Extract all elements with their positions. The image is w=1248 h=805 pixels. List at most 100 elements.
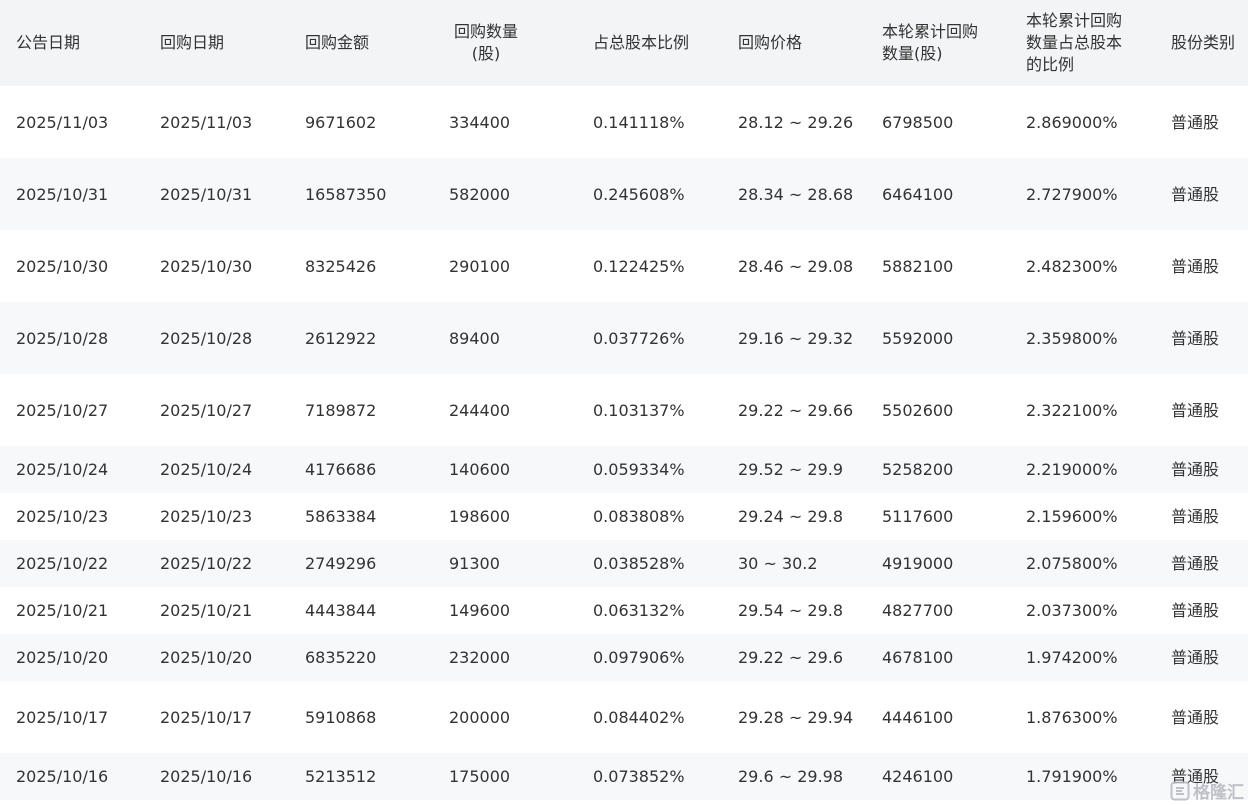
cell-buyback-date: 2025/10/16 xyxy=(160,767,253,786)
cell-announce-date: 2025/10/21 xyxy=(16,601,109,620)
table-row: 2025/10/24 2025/10/24 4176686 140600 0.05933… xyxy=(0,446,1248,493)
header-buyback-date[interactable]: 回购日期 xyxy=(144,0,289,86)
cell-cumulative-quantity: 4446100 xyxy=(882,707,954,727)
table-row: 2025/10/30 2025/10/30 8325426 290100 0.12242… xyxy=(0,230,1248,302)
cell-share-ratio: 0.103137% xyxy=(593,400,685,420)
cell-buyback-price: 29.22 ~ 29.6 xyxy=(738,648,844,667)
cell-cumulative-ratio: 2.219000% xyxy=(1026,460,1118,479)
cell-share-ratio: 0.141118% xyxy=(593,112,685,132)
cell-announce-date: 2025/10/27 xyxy=(16,400,109,420)
cell-cumulative-ratio: 2.037300% xyxy=(1026,601,1118,620)
cell-share-type: 普通股 xyxy=(1171,601,1220,620)
cell-share-ratio: 0.083808% xyxy=(593,507,685,526)
cell-buyback-amount: 4443844 xyxy=(305,601,377,620)
cell-share-type: 普通股 xyxy=(1171,112,1220,132)
cell-share-type: 普通股 xyxy=(1171,460,1220,479)
cell-buyback-price: 28.46 ~ 29.08 xyxy=(738,256,854,276)
cell-cumulative-quantity: 4246100 xyxy=(882,767,954,786)
cell-cumulative-quantity: 6798500 xyxy=(882,112,954,132)
cell-share-ratio: 0.059334% xyxy=(593,460,685,479)
cell-buyback-price: 29.52 ~ 29.9 xyxy=(738,460,844,479)
table-row: 2025/10/20 2025/10/20 6835220 232000 0.09790… xyxy=(0,634,1248,681)
table-row: 2025/11/03 2025/11/03 9671602 334400 0.14111… xyxy=(0,86,1248,158)
table-row: 2025/10/17 2025/10/17 5910868 200000 0.08440… xyxy=(0,681,1248,753)
cell-announce-date: 2025/10/30 xyxy=(16,256,109,276)
cell-buyback-amount: 2749296 xyxy=(305,554,377,573)
cell-buyback-price: 29.24 ~ 29.8 xyxy=(738,507,844,526)
cell-cumulative-ratio: 2.322100% xyxy=(1026,400,1118,420)
cell-buyback-date: 2025/11/03 xyxy=(160,112,253,132)
header-buyback-quantity[interactable]: 回购数量 (股) xyxy=(433,0,577,86)
cell-buyback-quantity: 89400 xyxy=(449,328,500,348)
header-row: 公告日期 回购日期 回购金额 回购数量 (股) 占总股本比例 回购价格 本轮累计回… xyxy=(0,0,1248,86)
cell-cumulative-quantity: 5592000 xyxy=(882,328,954,348)
cell-cumulative-quantity: 5258200 xyxy=(882,460,954,479)
cell-announce-date: 2025/10/20 xyxy=(16,648,109,667)
cell-buyback-quantity: 582000 xyxy=(449,184,511,204)
table-row: 2025/10/22 2025/10/22 2749296 91300 0.038528… xyxy=(0,540,1248,587)
table-row: 2025/10/21 2025/10/21 4443844 149600 0.06313… xyxy=(0,587,1248,634)
cell-buyback-quantity: 200000 xyxy=(449,707,511,727)
cell-announce-date: 2025/10/24 xyxy=(16,460,109,479)
cell-buyback-price: 28.34 ~ 28.68 xyxy=(738,184,854,204)
cell-buyback-amount: 8325426 xyxy=(305,256,377,276)
cell-buyback-price: 29.6 ~ 29.98 xyxy=(738,767,844,786)
cell-buyback-price: 30 ~ 30.2 xyxy=(738,554,818,573)
cell-buyback-quantity: 140600 xyxy=(449,460,511,479)
header-buyback-price[interactable]: 回购价格 xyxy=(722,0,866,86)
header-buyback-amount[interactable]: 回购金额 xyxy=(289,0,433,86)
cell-share-type: 普通股 xyxy=(1171,767,1220,786)
cell-buyback-amount: 2612922 xyxy=(305,328,377,348)
cell-cumulative-ratio: 1.974200% xyxy=(1026,648,1118,667)
header-share-type[interactable]: 股份类别 xyxy=(1155,0,1248,86)
cell-share-type: 普通股 xyxy=(1171,707,1220,727)
cell-cumulative-quantity: 4827700 xyxy=(882,601,954,620)
cell-buyback-amount: 16587350 xyxy=(305,184,387,204)
cell-buyback-amount: 6835220 xyxy=(305,648,377,667)
header-share-ratio[interactable]: 占总股本比例 xyxy=(577,0,722,86)
cell-share-type: 普通股 xyxy=(1171,256,1220,276)
table-row: 2025/10/23 2025/10/23 5863384 198600 0.08380… xyxy=(0,493,1248,540)
cell-share-ratio: 0.245608% xyxy=(593,184,685,204)
cell-cumulative-quantity: 5882100 xyxy=(882,256,954,276)
cell-buyback-amount: 5910868 xyxy=(305,707,377,727)
cell-cumulative-quantity: 4919000 xyxy=(882,554,954,573)
cell-share-type: 普通股 xyxy=(1171,400,1220,420)
cell-cumulative-quantity: 5117600 xyxy=(882,507,954,526)
header-cumulative-quantity[interactable]: 本轮累计回购 数量(股) xyxy=(866,0,1010,86)
cell-buyback-quantity: 149600 xyxy=(449,601,511,620)
cell-buyback-date: 2025/10/23 xyxy=(160,507,253,526)
cell-buyback-amount: 5863384 xyxy=(305,507,377,526)
cell-cumulative-quantity: 4678100 xyxy=(882,648,954,667)
cell-buyback-price: 28.12 ~ 29.26 xyxy=(738,112,854,132)
cell-buyback-quantity: 290100 xyxy=(449,256,511,276)
cell-buyback-date: 2025/10/17 xyxy=(160,707,253,727)
cell-buyback-quantity: 91300 xyxy=(449,554,500,573)
cell-buyback-amount: 5213512 xyxy=(305,767,377,786)
cell-announce-date: 2025/10/31 xyxy=(16,184,109,204)
cell-share-ratio: 0.097906% xyxy=(593,648,685,667)
cell-buyback-quantity: 175000 xyxy=(449,767,511,786)
cell-buyback-date: 2025/10/20 xyxy=(160,648,253,667)
cell-buyback-date: 2025/10/27 xyxy=(160,400,253,420)
table-header: 公告日期 回购日期 回购金额 回购数量 (股) 占总股本比例 回购价格 本轮累计回… xyxy=(0,0,1248,86)
cell-buyback-amount: 4176686 xyxy=(305,460,377,479)
cell-cumulative-quantity: 6464100 xyxy=(882,184,954,204)
cell-cumulative-ratio: 2.482300% xyxy=(1026,256,1118,276)
cell-announce-date: 2025/10/28 xyxy=(16,328,109,348)
cell-cumulative-ratio: 2.159600% xyxy=(1026,507,1118,526)
cell-share-ratio: 0.073852% xyxy=(593,767,685,786)
header-announce-date[interactable]: 公告日期 xyxy=(0,0,144,86)
table-body: 2025/11/03 2025/11/03 9671602 334400 0.14111… xyxy=(0,86,1248,800)
cell-buyback-date: 2025/10/31 xyxy=(160,184,253,204)
cell-buyback-price: 29.28 ~ 29.94 xyxy=(738,707,854,727)
cell-cumulative-ratio: 2.075800% xyxy=(1026,554,1118,573)
cell-announce-date: 2025/10/23 xyxy=(16,507,109,526)
cell-share-ratio: 0.122425% xyxy=(593,256,685,276)
cell-cumulative-ratio: 1.876300% xyxy=(1026,707,1118,727)
cell-share-type: 普通股 xyxy=(1171,507,1220,526)
header-cumulative-ratio[interactable]: 本轮累计回购 数量占总股本 的比例 xyxy=(1010,0,1155,86)
cell-buyback-quantity: 334400 xyxy=(449,112,511,132)
cell-share-ratio: 0.084402% xyxy=(593,707,685,727)
cell-announce-date: 2025/10/17 xyxy=(16,707,109,727)
